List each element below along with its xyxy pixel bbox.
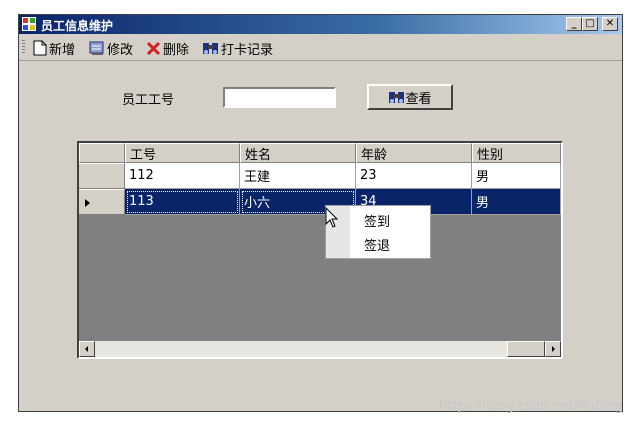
cell-gender[interactable]: 男 [472,163,561,189]
context-menu: 签到 签退 [325,205,431,259]
punch-record-button[interactable]: 打卡记录 [202,39,274,58]
toolbar: 新增 修改 删除 打卡记录 [19,35,622,61]
mouse-cursor-icon [325,207,339,228]
scroll-left-button[interactable] [79,341,95,357]
cell-age[interactable]: 23 [356,163,472,189]
toolbar-grip[interactable] [22,40,25,55]
binoculars-icon [203,43,218,54]
delete-icon [146,41,161,55]
scroll-thumb[interactable] [507,341,545,357]
main-window: 员工信息维护 _ □ ✕ 新增 修改 删除 打卡记录 员工工号 查看 工号 姓名… [18,14,623,412]
add-button[interactable]: 新增 [33,39,76,58]
cell-id[interactable]: 112 [125,163,240,189]
grid-corner-header[interactable] [79,143,125,163]
table-row[interactable]: 113 小六 34 男 [79,189,561,215]
delete-button[interactable]: 删除 [146,39,190,58]
edit-button-label: 修改 [107,42,134,58]
arrow-left-icon [85,346,88,352]
menu-item-sign-in[interactable]: 签到 [364,211,390,230]
menu-item-sign-out[interactable]: 签退 [364,235,390,254]
cell-gender[interactable]: 男 [472,189,561,215]
punch-record-button-label: 打卡记录 [221,42,274,58]
column-header-name[interactable]: 姓名 [240,143,356,163]
employee-id-input[interactable] [223,87,336,108]
column-header-id[interactable]: 工号 [125,143,240,163]
cell-id[interactable]: 113 [125,189,240,215]
close-button[interactable]: ✕ [602,17,618,31]
maximize-button[interactable]: □ [582,17,598,31]
edit-button[interactable]: 修改 [89,39,134,58]
row-selector[interactable] [79,163,125,189]
row-selector[interactable] [79,189,125,215]
title-bar[interactable]: 员工信息维护 _ □ ✕ [19,15,622,34]
add-button-label: 新增 [49,42,76,58]
employee-grid[interactable]: 工号 姓名 年龄 性别 112 王建 23 男 113 小六 34 男 [77,141,563,359]
scroll-right-button[interactable] [545,341,561,357]
app-icon [22,17,36,31]
horizontal-scrollbar[interactable] [79,341,561,357]
view-button[interactable]: 查看 [367,84,453,110]
new-document-icon [33,40,47,56]
window-title: 员工信息维护 [41,19,114,33]
cell-name[interactable]: 王建 [240,163,356,189]
column-header-gender[interactable]: 性别 [472,143,561,163]
table-row[interactable]: 112 王建 23 男 [79,163,561,189]
column-header-age[interactable]: 年龄 [356,143,472,163]
grid-header: 工号 姓名 年龄 性别 [79,143,561,163]
binoculars-icon [389,92,405,103]
current-row-arrow-icon [85,199,90,207]
arrow-right-icon [552,346,555,352]
minimize-button[interactable]: _ [566,17,582,31]
view-button-label: 查看 [405,91,432,107]
watermark: https://blog.csdn.net/ifubing [439,399,623,414]
delete-button-label: 删除 [163,42,190,58]
edit-icon [89,41,104,55]
employee-id-label: 员工工号 [122,93,175,108]
